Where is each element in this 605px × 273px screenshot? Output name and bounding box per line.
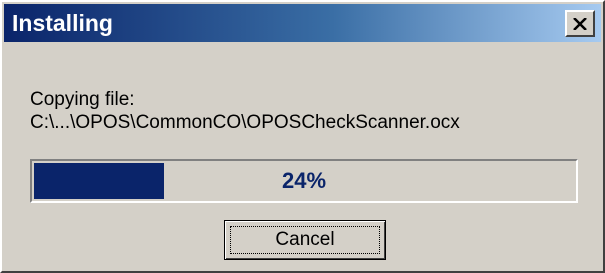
installing-dialog: Installing Copying file: C:\...\OPOS\Com… — [0, 0, 605, 273]
cancel-button[interactable]: Cancel — [224, 220, 386, 260]
progress-percent: 24% — [281, 168, 327, 193]
cancel-button-label: Cancel — [275, 229, 335, 250]
copying-label: Copying file: — [30, 89, 135, 110]
title-bar[interactable]: Installing — [4, 4, 601, 42]
close-x-icon — [573, 17, 587, 30]
progress-bar: 24% — [30, 159, 578, 203]
file-path-label: C:\...\OPOS\CommonCO\OPOSCheckScanner.oc… — [30, 112, 460, 133]
close-button[interactable] — [565, 10, 595, 37]
window-title: Installing — [12, 10, 113, 36]
